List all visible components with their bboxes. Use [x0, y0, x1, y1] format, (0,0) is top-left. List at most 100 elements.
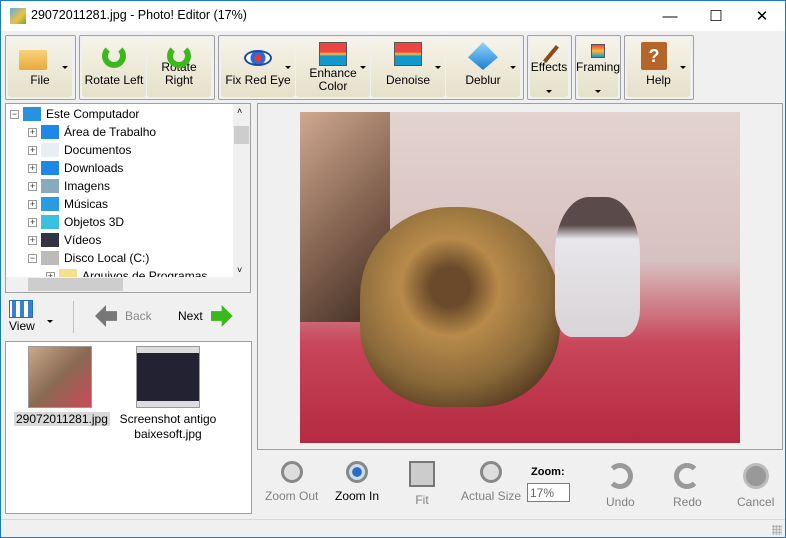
framing-group: Framing: [575, 35, 621, 100]
window-title: 29072011281.jpg - Photo! Editor (17%): [31, 8, 247, 22]
file-button[interactable]: File: [8, 38, 72, 97]
deblur-label: Deblur: [465, 73, 501, 87]
app-icon: [10, 8, 26, 24]
documents-icon: [41, 143, 59, 157]
thumbnail-item[interactable]: 29072011281.jpg: [14, 346, 110, 426]
status-bar: [1, 519, 785, 538]
downloads-icon: [41, 161, 59, 175]
zoom-in-icon: [346, 461, 368, 483]
tree-item-label: Downloads: [64, 161, 124, 175]
drive-icon: [41, 251, 59, 265]
help-button[interactable]: ? Help: [627, 38, 690, 97]
expand-toggle[interactable]: +: [28, 127, 37, 137]
file-label: File: [30, 73, 50, 87]
videos-icon: [41, 233, 59, 247]
tree-item-label: Este Computador: [46, 107, 140, 121]
image-viewer[interactable]: [257, 103, 783, 450]
expand-toggle[interactable]: +: [28, 181, 37, 191]
view-button[interactable]: View: [9, 300, 53, 333]
minimize-button[interactable]: —: [647, 1, 693, 31]
denoise-icon: [394, 42, 422, 66]
actual-size-label: Actual Size: [461, 489, 522, 503]
expand-toggle[interactable]: +: [28, 217, 37, 227]
tree-item-label: Imagens: [64, 179, 111, 193]
tree-item[interactable]: + Área de Trabalho: [28, 123, 156, 141]
thumbnail-item[interactable]: Screenshot antigo baixesoft.jpg: [116, 346, 220, 442]
fix-red-eye-label: Fix Red Eye: [225, 73, 291, 87]
resize-grip[interactable]: [772, 525, 782, 535]
enhance-group: Fix Red Eye Enhance Color Denoise Deblur: [218, 35, 524, 100]
view-label: View: [9, 319, 35, 333]
framing-icon: [591, 44, 605, 58]
enhance-color-icon: [319, 42, 347, 66]
expand-toggle[interactable]: +: [28, 199, 37, 209]
3d-objects-icon: [41, 215, 59, 229]
collapse-toggle[interactable]: −: [28, 253, 37, 263]
next-button[interactable]: Next: [178, 305, 233, 327]
zoom-input[interactable]: [527, 483, 570, 502]
fix-red-eye-button[interactable]: Fix Red Eye: [221, 38, 295, 97]
fit-icon: [409, 461, 435, 487]
computer-icon: [23, 107, 41, 121]
back-button[interactable]: Back: [95, 305, 152, 327]
tree-item[interactable]: + Vídeos: [28, 231, 101, 249]
thumbnail-image: [28, 346, 92, 408]
cancel-button[interactable]: Cancel: [737, 463, 774, 509]
tree-horizontal-scrollbar[interactable]: [6, 277, 250, 292]
tree-vertical-scrollbar[interactable]: ˄ ˅: [233, 104, 250, 277]
enhance-color-button[interactable]: Enhance Color: [296, 38, 370, 97]
rotate-right-icon: [167, 44, 191, 68]
undo-icon: [607, 463, 634, 489]
effects-label: Effects: [530, 60, 568, 74]
actual-size-button[interactable]: Actual Size: [461, 461, 521, 503]
next-label: Next: [178, 309, 203, 323]
rotate-left-button[interactable]: Rotate Left: [82, 38, 146, 97]
tree-item-label: Disco Local (C:): [64, 251, 150, 265]
tree-item[interactable]: + Músicas: [28, 195, 108, 213]
rotate-right-button[interactable]: Rotate Right: [147, 38, 211, 97]
open-folder-icon: [19, 50, 47, 70]
help-group: ? Help: [624, 35, 694, 100]
tree-item[interactable]: + Downloads: [28, 159, 123, 177]
deblur-button[interactable]: Deblur: [446, 38, 520, 97]
expand-toggle[interactable]: +: [28, 235, 37, 245]
title-bar: 29072011281.jpg - Photo! Editor (17%) — …: [1, 1, 785, 31]
redo-button[interactable]: Redo: [673, 463, 702, 509]
navigation-bar: View Back Next: [5, 297, 253, 337]
tree-item[interactable]: + Documentos: [28, 141, 131, 159]
photo-canvas[interactable]: [300, 112, 740, 443]
maximize-button[interactable]: ☐: [693, 1, 739, 31]
file-group: File: [5, 35, 76, 100]
tree-item[interactable]: + Imagens: [28, 177, 110, 195]
folder-tree[interactable]: − Este Computador + Área de Trabalho + Docume…: [5, 103, 251, 293]
tree-item[interactable]: − Disco Local (C:): [28, 249, 149, 267]
close-button[interactable]: ✕: [739, 1, 785, 31]
rotate-left-label: Rotate Left: [84, 73, 144, 87]
thumbnail-list[interactable]: 29072011281.jpg Screenshot antigo baixes…: [5, 341, 252, 514]
effects-button[interactable]: Effects: [530, 38, 568, 97]
expand-toggle[interactable]: +: [28, 163, 37, 173]
enhance-color-label: Enhance Color: [309, 66, 357, 93]
tree-item[interactable]: − Este Computador: [10, 105, 139, 123]
tree-item[interactable]: + Objetos 3D: [28, 213, 124, 231]
rotate-group: Rotate Left Rotate Right: [79, 35, 215, 100]
framing-button[interactable]: Framing: [576, 38, 620, 97]
thumbnail-image: [136, 346, 200, 408]
denoise-label: Denoise: [385, 73, 431, 87]
next-arrow-icon: [210, 305, 233, 327]
cancel-label: Cancel: [737, 495, 775, 509]
zoom-out-button[interactable]: Zoom Out: [265, 461, 318, 503]
collapse-toggle[interactable]: −: [10, 109, 19, 119]
tree-item-label: Vídeos: [64, 233, 102, 247]
zoom-in-button[interactable]: Zoom In: [335, 461, 379, 503]
tree-item-label: Músicas: [64, 197, 109, 211]
denoise-button[interactable]: Denoise: [371, 38, 445, 97]
cancel-icon: [742, 463, 769, 489]
tree-item-label: Objetos 3D: [64, 215, 125, 229]
expand-toggle[interactable]: +: [28, 145, 37, 155]
undo-button[interactable]: Undo: [606, 463, 635, 509]
redo-icon: [674, 463, 701, 489]
undo-label: Undo: [606, 495, 635, 509]
thumbnail-name: 29072011281.jpg: [14, 412, 110, 426]
fit-button[interactable]: Fit: [409, 461, 435, 507]
